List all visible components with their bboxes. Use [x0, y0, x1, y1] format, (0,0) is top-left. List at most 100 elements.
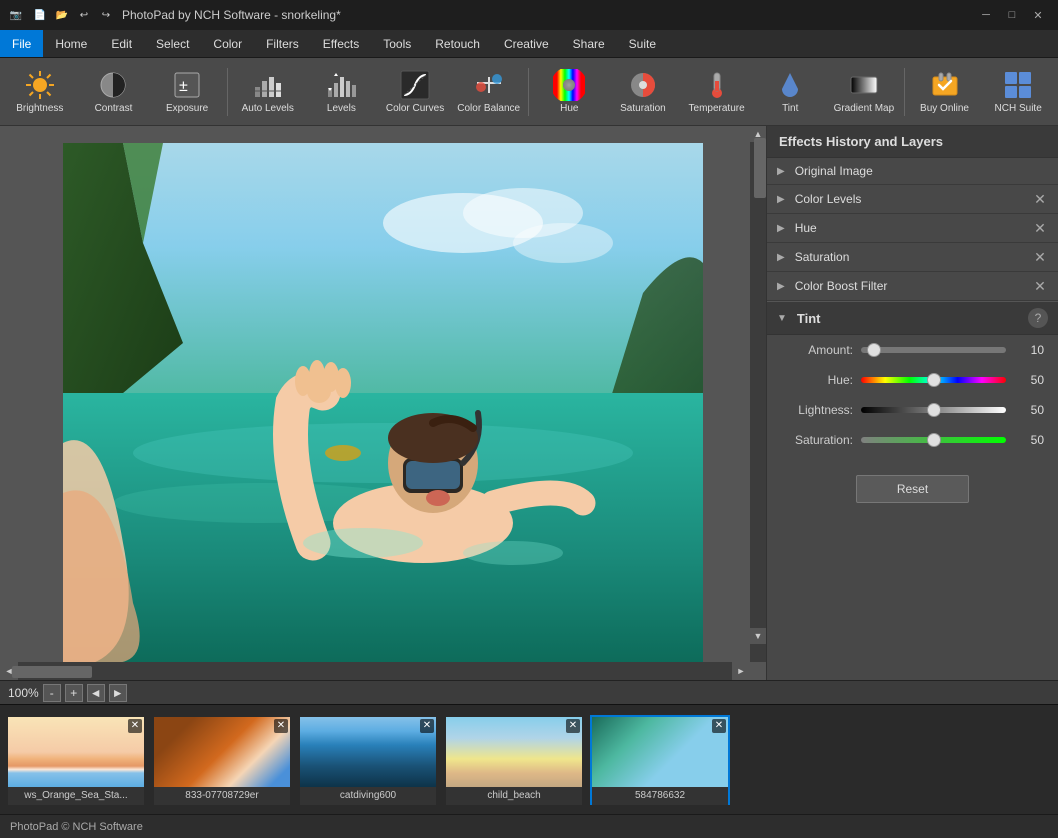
lightness-slider[interactable] [861, 407, 1006, 413]
tint-button[interactable]: Tint [754, 62, 826, 122]
menu-item-filters[interactable]: Filters [254, 30, 311, 57]
amount-slider[interactable] [861, 347, 1006, 353]
film-close-portrait[interactable]: ✕ [274, 719, 288, 733]
tint-icon [774, 69, 806, 101]
color-curves-button[interactable]: Color Curves [379, 62, 451, 122]
menu-item-file[interactable]: File [0, 30, 43, 57]
menu-item-share[interactable]: Share [561, 30, 617, 57]
film-item-ws-orange[interactable]: ✕ ws_Orange_Sea_Sta... [6, 715, 146, 805]
buy-online-icon [929, 69, 961, 101]
panel-header: Effects History and Layers [767, 126, 1058, 158]
film-item-portrait[interactable]: ✕ 833-07708729er [152, 715, 292, 805]
menu-item-edit[interactable]: Edit [99, 30, 144, 57]
film-close-catdiving[interactable]: ✕ [420, 719, 434, 733]
saturation-close-button[interactable]: ✕ [1032, 249, 1048, 265]
canvas-status-bar: 100% - + ◄ ► [0, 680, 1058, 704]
hue-thumb[interactable] [927, 373, 941, 387]
menu-item-home[interactable]: Home [43, 30, 99, 57]
levels-icon [325, 69, 357, 101]
status-text: PhotoPad © NCH Software [10, 821, 143, 833]
menu-item-suite[interactable]: Suite [617, 30, 668, 57]
vscroll-thumb[interactable] [754, 138, 766, 198]
film-close-ws-orange[interactable]: ✕ [128, 719, 142, 733]
film-item-catdiving[interactable]: ✕ catdiving600 [298, 715, 438, 805]
film-thumb-ws-orange [8, 717, 144, 787]
saturation-button[interactable]: Saturation [607, 62, 679, 122]
saturation-label: Saturation: [781, 433, 853, 447]
canvas-hscroll[interactable]: ◄ ► [0, 662, 750, 680]
maximize-button[interactable]: □ [1000, 5, 1024, 25]
saturation-value: 50 [1014, 433, 1044, 447]
hscroll-thumb[interactable] [12, 666, 92, 678]
menu-item-creative[interactable]: Creative [492, 30, 561, 57]
film-label-ws-orange: ws_Orange_Sea_Sta... [8, 787, 144, 805]
effect-color-boost-filter[interactable]: ▶ Color Boost Filter ✕ [767, 272, 1058, 301]
film-close-snorkeling[interactable]: ✕ [712, 719, 726, 733]
menu-item-select[interactable]: Select [144, 30, 201, 57]
auto-levels-button[interactable]: Auto Levels [232, 62, 304, 122]
hue-slider[interactable] [861, 377, 1006, 383]
film-item-snorkeling[interactable]: ✕ 584786632 [590, 715, 730, 805]
menu-item-retouch[interactable]: Retouch [423, 30, 492, 57]
temperature-icon [701, 69, 733, 101]
effect-original-image[interactable]: ▶ Original Image [767, 158, 1058, 185]
levels-button[interactable]: Levels [306, 62, 378, 122]
effect-saturation[interactable]: ▶ Saturation ✕ [767, 243, 1058, 272]
brightness-label: Brightness [16, 103, 63, 115]
open-icon[interactable]: 📂 [54, 7, 70, 23]
color-levels-close-button[interactable]: ✕ [1032, 191, 1048, 207]
undo-icon[interactable]: ↩ [76, 7, 92, 23]
scroll-right-button[interactable]: ► [109, 684, 127, 702]
scroll-left-button[interactable]: ◄ [87, 684, 105, 702]
film-close-child-beach[interactable]: ✕ [566, 719, 580, 733]
titlebar-left: 📷 📄 📂 ↩ ↪ PhotoPad by NCH Software - sno… [8, 7, 341, 23]
nch-suite-label: NCH Suite [995, 103, 1042, 115]
zoom-decrease-button[interactable]: - [43, 684, 61, 702]
menubar: File Home Edit Select Color Filters Effe… [0, 30, 1058, 58]
color-balance-label: Color Balance [457, 103, 520, 115]
exposure-button[interactable]: ± Exposure [151, 62, 223, 122]
main-area: ▲ ▼ ◄ ► Effects History and Layers ▶ Ori… [0, 126, 1058, 680]
scroll-down-arrow[interactable]: ▼ [750, 628, 766, 644]
menu-item-color[interactable]: Color [201, 30, 254, 57]
contrast-label: Contrast [95, 103, 133, 115]
hue-button[interactable]: Hue [533, 62, 605, 122]
film-item-child-beach[interactable]: ✕ child_beach [444, 715, 584, 805]
nch-suite-button[interactable]: NCH Suite [982, 62, 1054, 122]
tint-header: ▼ Tint ? [767, 302, 1058, 335]
zoom-increase-button[interactable]: + [65, 684, 83, 702]
effect-color-levels[interactable]: ▶ Color Levels ✕ [767, 185, 1058, 214]
saturation-label: Saturation [620, 103, 666, 115]
new-icon[interactable]: 📄 [32, 7, 48, 23]
film-thumb-portrait [154, 717, 290, 787]
arrow-icon: ▶ [777, 166, 785, 177]
right-panel: Effects History and Layers ▶ Original Im… [766, 126, 1058, 680]
hue-close-button[interactable]: ✕ [1032, 220, 1048, 236]
effect-hue[interactable]: ▶ Hue ✕ [767, 214, 1058, 243]
zoom-level: 100% [8, 686, 39, 700]
amount-thumb[interactable] [867, 343, 881, 357]
saturation-slider[interactable] [861, 437, 1006, 443]
canvas-vscroll[interactable]: ▲ ▼ [750, 126, 766, 662]
redo-icon[interactable]: ↪ [98, 7, 114, 23]
lightness-thumb[interactable] [927, 403, 941, 417]
color-balance-button[interactable]: Color Balance [453, 62, 525, 122]
saturation-slider-row: Saturation: 50 [767, 425, 1058, 455]
brightness-button[interactable]: Brightness [4, 62, 76, 122]
saturation-thumb[interactable] [927, 433, 941, 447]
scroll-right-arrow[interactable]: ► [732, 662, 750, 680]
temperature-button[interactable]: Temperature [681, 62, 753, 122]
close-button[interactable]: ✕ [1026, 5, 1050, 25]
canvas-image [63, 143, 703, 663]
color-boost-close-button[interactable]: ✕ [1032, 278, 1048, 294]
reset-button[interactable]: Reset [856, 475, 969, 503]
menu-item-effects[interactable]: Effects [311, 30, 371, 57]
buy-online-button[interactable]: Buy Online [909, 62, 981, 122]
menu-item-tools[interactable]: Tools [371, 30, 423, 57]
contrast-button[interactable]: Contrast [78, 62, 150, 122]
hue-label: Hue [560, 103, 578, 115]
tint-help-button[interactable]: ? [1028, 308, 1048, 328]
gradient-map-button[interactable]: Gradient Map [828, 62, 900, 122]
tint-expand-arrow[interactable]: ▼ [777, 313, 787, 324]
minimize-button[interactable]: ─ [974, 5, 998, 25]
